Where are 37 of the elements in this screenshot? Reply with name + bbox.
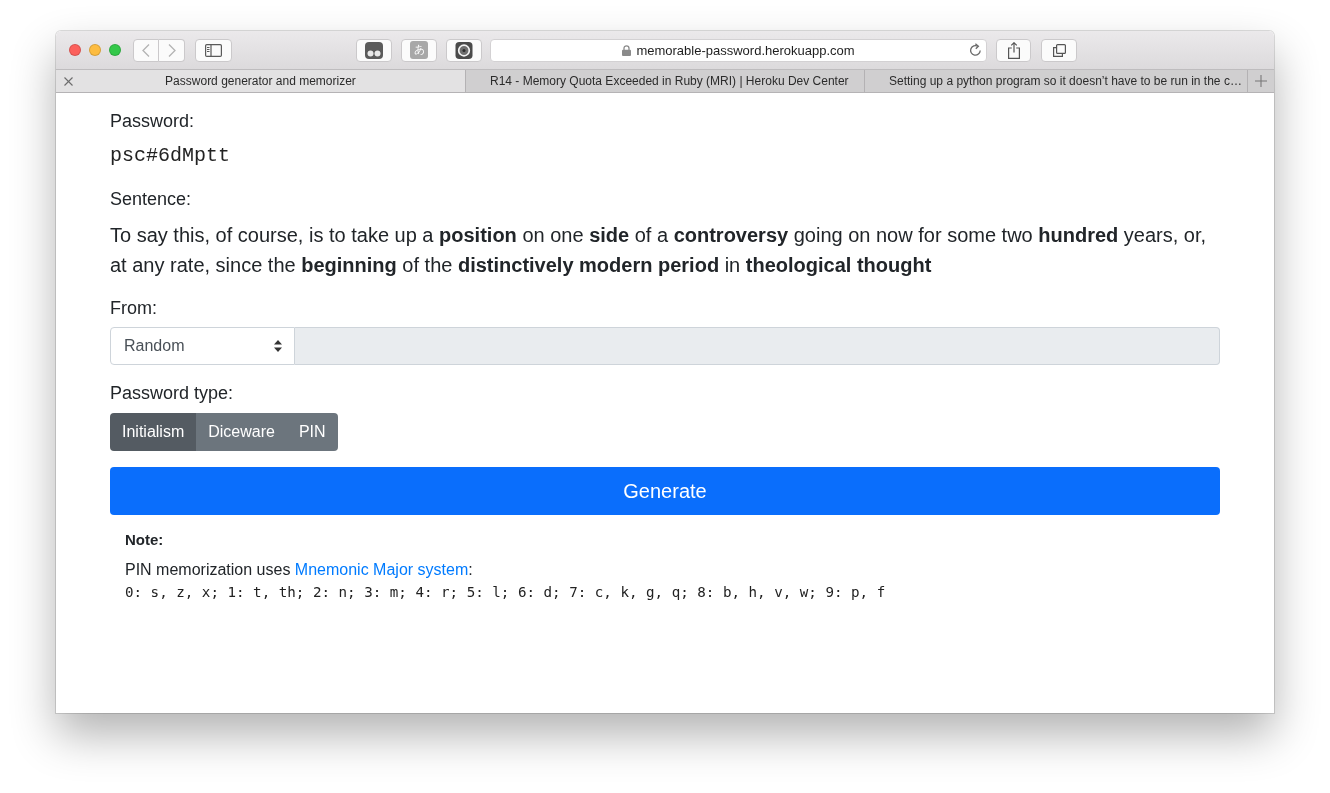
- password-type-button[interactable]: Diceware: [196, 413, 287, 451]
- generate-button[interactable]: Generate: [110, 467, 1220, 515]
- reload-icon[interactable]: [969, 43, 982, 57]
- two-circles-tile-icon: [365, 41, 383, 59]
- password-heading: Password:: [110, 110, 196, 132]
- close-icon[interactable]: [63, 76, 73, 86]
- share-button[interactable]: [996, 38, 1031, 62]
- note-text: PIN memorization uses Mnemonic Major system:: [125, 561, 474, 579]
- zoom-button[interactable]: [109, 44, 121, 56]
- password-type-button[interactable]: Initialism: [110, 413, 197, 451]
- plus-icon: [1255, 75, 1267, 87]
- note-heading: Note:: [125, 531, 165, 549]
- extension-button[interactable]: [356, 38, 392, 62]
- up-down-caret-icon: [274, 340, 282, 352]
- password-type-heading: Password type:: [110, 382, 235, 404]
- source-heading: From:: [110, 297, 158, 319]
- major-system-link[interactable]: Mnemonic Major system: [294, 561, 469, 578]
- source-select[interactable]: Random: [110, 327, 295, 365]
- mapping-text: 0: s, z, x; 1: t, th; 2: n; 3: m; 4: r; 5: l; 6: d; 7: c, k, g, q; 8: b, h, v, w; 9: p, f: [125, 583, 887, 601]
- sentence-heading: Sentence:: [110, 188, 193, 210]
- tab-overview-button[interactable]: [1041, 38, 1077, 62]
- sidebar-button[interactable]: [195, 38, 232, 62]
- address-field[interactable]: memorable-password.herokuapp.com: [490, 38, 987, 62]
- overlapping-squares-icon: [1052, 43, 1066, 57]
- sidebar-icon: [205, 43, 222, 57]
- ring-tile-icon: [455, 41, 473, 59]
- close-button[interactable]: [69, 44, 81, 56]
- sentence-text: To say this, of course, is to take up a position on one side of a controversy going on now for some two hundred years, or, at any rate, since the beginning of the distinctively modern period in theological thought: [110, 223, 1208, 278]
- extension-button[interactable]: [446, 38, 482, 62]
- tab[interactable]: Password generator and memorizer: [56, 70, 466, 92]
- chevron-left-icon: [142, 43, 150, 57]
- url-text: memorable-password.herokuapp.com: [636, 42, 855, 58]
- share-icon: [1007, 41, 1020, 59]
- lock-icon: [622, 44, 632, 56]
- chevron-right-icon: [167, 43, 176, 57]
- password-text: psc#6dMptt: [110, 145, 232, 167]
- password-type-button[interactable]: PIN: [286, 413, 338, 451]
